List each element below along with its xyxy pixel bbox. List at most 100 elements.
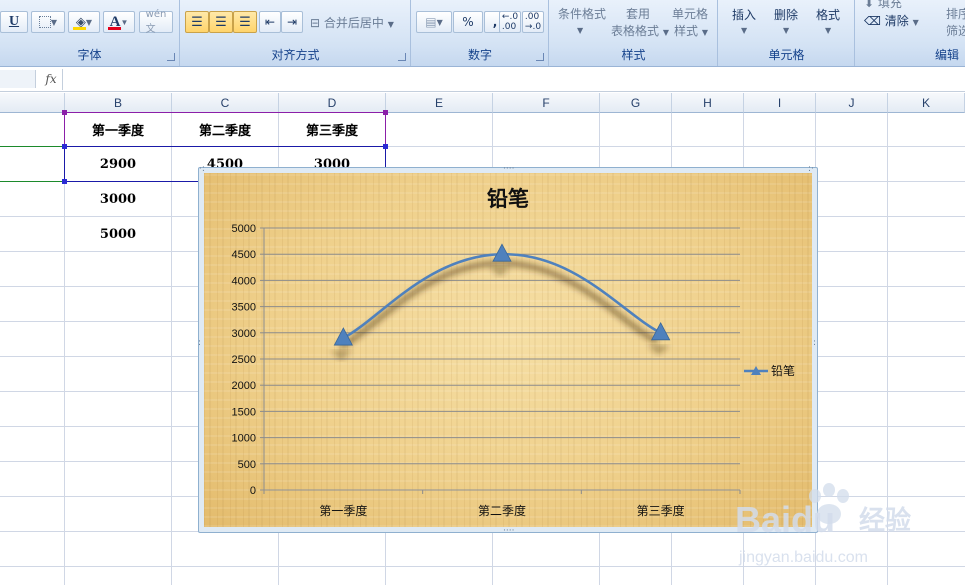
increase-decimal-icon: ←.0.00 [501,12,519,32]
range-handle[interactable] [62,179,67,184]
cell-text: 3000 [99,191,137,207]
chart-resize-handle-bottom[interactable]: ···· [503,527,514,536]
insert-function-icon[interactable]: fx [42,70,60,88]
row-label-range-highlight [0,146,64,147]
column-header-h[interactable]: H [672,93,744,113]
chevron-down-icon: ▼ [701,28,708,37]
column-header-label: D [327,95,337,110]
ribbon: U ▼ ◈ ▼ A ▼ wén 文 字体 ☰ ☰ ☰ ⇤ ⇥ ⊟ 合并后居中 ▼… [0,0,965,67]
cell-styles-label-2: 样式 [674,24,699,38]
format-table-button[interactable]: 套用 [626,5,650,22]
y-tick-label: 2500 [232,354,256,366]
currency-button[interactable]: ▤ ▼ [416,11,452,33]
chevron-down-icon: ▼ [825,26,832,35]
chevron-down-icon: ▼ [85,17,93,27]
number-group: ▤ ▼ % , ←.0.00 .00 →.0 数字 [412,0,549,66]
chart-resize-handle-corner[interactable]: ·: [199,165,205,174]
column-header-k[interactable]: K [888,93,965,113]
chevron-down-icon: ▼ [50,17,58,27]
borders-button[interactable]: ▼ [31,11,65,33]
merge-icon: ⊟ [310,16,321,30]
merge-center-button[interactable]: ⊟ 合并后居中 ▼ [310,14,394,31]
range-handle[interactable] [383,144,388,149]
sort-filter-button[interactable]: 排序 [946,5,965,22]
column-header-f[interactable]: F [493,93,600,113]
font-color-button[interactable]: A ▼ [103,11,135,33]
alignment-dialog-launcher[interactable] [398,53,406,61]
baidu-jingyan-watermark: Baidu 经验 jingyan.baidu.com [735,483,911,566]
column-header-d[interactable]: D [279,93,386,113]
chart-resize-handle-right[interactable]: : [813,339,817,348]
cell-styles-label-1: 单元格 [672,7,709,21]
column-header-c[interactable]: C [172,93,279,113]
chart-legend[interactable]: 铅笔 [744,363,795,378]
y-axis-ticks: 0 500 1000 1500 2000 2500 3000 3500 4000 4500 5000 [232,223,256,497]
fx-label: fx [45,72,57,86]
column-header-i[interactable]: I [744,93,816,113]
y-tick-label: 3500 [232,302,256,314]
increase-decimal-button[interactable]: ←.0.00 [499,11,521,33]
range-handle[interactable] [62,110,67,115]
insert-button[interactable]: 插入 [732,6,756,23]
alignment-group-label: 对齐方式 [271,48,320,62]
chart-resize-handle-top[interactable]: ···· [503,165,514,174]
cell-styles-button-line2[interactable]: 样式 ▼ [674,22,708,39]
column-header-j[interactable]: J [816,93,888,113]
font-color-swatch [108,27,121,30]
fill-button[interactable]: ⬇ 填充 [864,0,902,11]
watermark-brand: Baidu [735,499,835,540]
decrease-decimal-button[interactable]: .00 →.0 [522,11,544,33]
underline-label: U [8,14,20,29]
chart-resize-handle-left[interactable]: : [198,339,202,348]
x-tick-label: 第一季度 [319,503,367,518]
clear-button[interactable]: ⌫ 清除 ▼ [864,12,919,29]
range-handle[interactable] [383,110,388,115]
phonetic-button[interactable]: wén 文 [139,9,173,35]
align-left-button[interactable]: ☰ [185,11,209,33]
align-center-button[interactable]: ☰ [209,11,233,33]
column-header-label: J [848,95,855,110]
align-right-button[interactable]: ☰ [233,11,257,33]
chevron-down-icon: ▼ [662,28,669,37]
chevron-down-icon: ▼ [436,17,443,27]
format-table-button-line2[interactable]: 表格格式 ▼ [611,22,669,39]
chart-resize-handle-corner[interactable]: :· [808,165,814,174]
column-header-label: H [703,95,712,110]
column-header-g[interactable]: G [600,93,672,113]
conditional-format-button[interactable]: 条件格式 [558,5,606,22]
data-point-marker [651,321,671,341]
column-header-b[interactable]: B [65,93,172,113]
fill-color-button[interactable]: ◈ ▼ [68,11,100,33]
decrease-indent-button[interactable]: ⇤ [259,11,281,33]
column-header-a[interactable] [0,93,65,113]
cell-b3[interactable]: 3000 [65,182,171,216]
cell-styles-button[interactable]: 单元格 [672,5,708,22]
chart-area[interactable]: 铅笔 0 500 1000 1500 2000 2500 3000 3500 4000 4500 5… [204,173,812,527]
format-button[interactable]: 格式 [816,6,840,23]
chevron-down-icon: ▼ [912,18,919,27]
y-tick-label: 4000 [232,275,256,287]
font-dialog-launcher[interactable] [167,53,175,61]
number-group-label: 数字 [467,48,492,62]
underline-button[interactable]: U [0,11,28,33]
alignment-group: ☰ ☰ ☰ ⇤ ⇥ ⊟ 合并后居中 ▼ 对齐方式 [181,0,411,66]
chart-title[interactable]: 铅笔 [487,187,529,211]
column-header-e[interactable]: E [386,93,493,113]
column-header-label: F [542,95,550,110]
cells-group: 插入 ▼ 删除 ▼ 格式 ▼ 单元格 [719,0,855,66]
fill-label: 填充 [877,0,902,10]
percent-button[interactable]: % [453,11,483,33]
data-marker-shadow [647,345,670,355]
number-dialog-launcher[interactable] [536,53,544,61]
range-handle[interactable] [62,144,67,149]
name-box[interactable] [0,70,36,88]
delete-button[interactable]: 删除 [774,6,798,23]
sort-filter-button-line2[interactable]: 筛选 [946,22,965,39]
fill-color-swatch [73,27,86,30]
increase-indent-button[interactable]: ⇥ [281,11,303,33]
line-chart: 铅笔 0 500 1000 1500 2000 2500 3000 3500 4000 4500 5… [232,187,796,518]
cell-b4[interactable]: 5000 [65,217,171,251]
gridline [171,113,172,585]
formula-input[interactable] [62,69,965,90]
column-header-label: B [113,95,122,110]
